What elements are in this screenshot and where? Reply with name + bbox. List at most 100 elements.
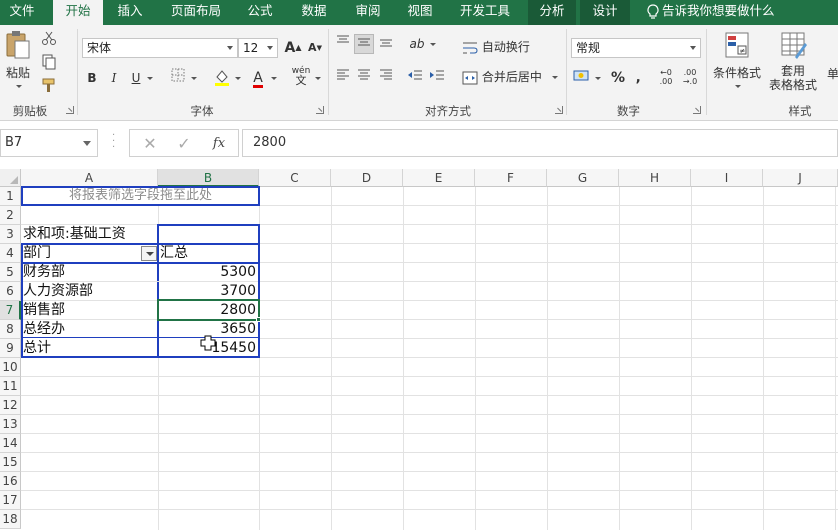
align-right-icon[interactable]: [376, 68, 396, 88]
tab-insert[interactable]: 插入: [108, 0, 152, 25]
tab-developer[interactable]: 开发工具: [450, 0, 520, 25]
enter-icon[interactable]: ✓: [174, 134, 194, 154]
accounting-format-icon[interactable]: [572, 68, 592, 88]
format-painter-icon[interactable]: [39, 77, 59, 97]
clipboard-launcher-icon[interactable]: [66, 106, 74, 114]
phonetic-dropdown-icon[interactable]: [312, 68, 322, 88]
paste-button[interactable]: 粘贴: [3, 29, 33, 91]
tab-view[interactable]: 视图: [398, 0, 442, 25]
row-header-1[interactable]: 1: [0, 187, 21, 206]
cell-styles-button[interactable]: 单: [826, 65, 838, 82]
column-header-d[interactable]: D: [331, 169, 403, 187]
phonetic-guide-icon[interactable]: wén 文: [290, 66, 312, 86]
name-box[interactable]: B7: [0, 129, 98, 157]
align-top-icon[interactable]: [333, 34, 353, 54]
orientation-dropdown-icon[interactable]: [427, 34, 437, 54]
row-header-16[interactable]: 16: [0, 472, 21, 491]
underline-button[interactable]: U: [126, 68, 146, 88]
cell-a8[interactable]: 总经办: [23, 320, 157, 339]
copy-icon[interactable]: [39, 54, 59, 74]
column-header-c[interactable]: C: [259, 169, 331, 187]
font-name-dropdown[interactable]: 宋体: [82, 38, 238, 58]
row-header-3[interactable]: 3: [0, 225, 21, 244]
tab-home[interactable]: 开始: [53, 0, 103, 25]
conditional-formatting-button[interactable]: ≠ 条件格式: [710, 31, 764, 97]
underline-dropdown-icon[interactable]: [144, 68, 154, 88]
select-all-corner[interactable]: [0, 169, 21, 187]
tab-analyze[interactable]: 分析: [528, 0, 576, 25]
merge-center-button[interactable]: 合并后居中: [462, 67, 558, 87]
align-left-icon[interactable]: [333, 68, 353, 88]
tab-formulas[interactable]: 公式: [240, 0, 280, 25]
row-header-14[interactable]: 14: [0, 434, 21, 453]
italic-button[interactable]: I: [104, 68, 124, 88]
column-header-h[interactable]: H: [619, 169, 691, 187]
row-header-15[interactable]: 15: [0, 453, 21, 472]
row-header-7[interactable]: 7: [0, 301, 21, 320]
font-color-dropdown-icon[interactable]: [268, 68, 278, 88]
decrease-decimal-icon[interactable]: .00 →.0: [680, 68, 700, 88]
row-header-17[interactable]: 17: [0, 491, 21, 510]
column-header-f[interactable]: F: [475, 169, 547, 187]
cell-b5[interactable]: 5300: [159, 263, 258, 282]
cell-a3[interactable]: 求和项:基础工资: [23, 225, 157, 244]
column-header-e[interactable]: E: [403, 169, 475, 187]
row-header-5[interactable]: 5: [0, 263, 21, 282]
align-bottom-icon[interactable]: [376, 34, 396, 54]
align-center-icon[interactable]: [354, 68, 374, 88]
worksheet-grid[interactable]: A B C D E F G H I J 1 2 3 4 5 6 7 8 9 10…: [0, 169, 838, 530]
row-header-18[interactable]: 18: [0, 510, 21, 529]
increase-indent-icon[interactable]: [427, 68, 447, 88]
increase-decimal-icon[interactable]: ←0.00: [656, 68, 676, 88]
font-color-icon[interactable]: A: [248, 68, 268, 88]
cell-a6[interactable]: 人力资源部: [23, 282, 157, 301]
cell-a5[interactable]: 财务部: [23, 263, 157, 282]
cell-a7[interactable]: 销售部: [23, 301, 157, 320]
row-header-6[interactable]: 6: [0, 282, 21, 301]
wrap-text-button[interactable]: 自动换行: [462, 37, 530, 57]
bold-button[interactable]: B: [82, 68, 102, 88]
row-header-9[interactable]: 9: [0, 339, 21, 358]
decrease-indent-icon[interactable]: [405, 68, 425, 88]
row-labels-filter-dropdown[interactable]: [141, 246, 157, 261]
align-middle-icon[interactable]: [354, 34, 374, 54]
cancel-icon[interactable]: ✕: [140, 134, 160, 154]
orientation-icon[interactable]: ab: [407, 34, 427, 54]
tab-design[interactable]: 设计: [580, 0, 630, 25]
row-header-8[interactable]: 8: [0, 320, 21, 339]
fill-color-dropdown-icon[interactable]: [232, 68, 242, 88]
column-header-i[interactable]: I: [691, 169, 763, 187]
active-cell-selection[interactable]: [157, 299, 260, 321]
increase-font-icon[interactable]: A▲: [283, 38, 303, 58]
row-header-2[interactable]: 2: [0, 206, 21, 225]
tab-page-layout[interactable]: 页面布局: [164, 0, 228, 25]
row-header-12[interactable]: 12: [0, 396, 21, 415]
decrease-font-icon[interactable]: A▼: [305, 38, 325, 58]
font-size-dropdown[interactable]: 12: [238, 38, 278, 58]
insert-function-icon[interactable]: fx: [208, 134, 230, 154]
formula-input[interactable]: 2800: [242, 129, 838, 157]
row-header-10[interactable]: 10: [0, 358, 21, 377]
row-header-4[interactable]: 4: [0, 244, 21, 263]
row-header-11[interactable]: 11: [0, 377, 21, 396]
row-header-13[interactable]: 13: [0, 415, 21, 434]
column-header-j[interactable]: J: [763, 169, 838, 187]
number-format-dropdown[interactable]: 常规: [571, 38, 701, 58]
format-as-table-button[interactable]: 套用 表格格式: [764, 31, 822, 97]
cell-a9[interactable]: 总计: [23, 339, 157, 358]
font-launcher-icon[interactable]: [316, 106, 324, 114]
fill-color-icon[interactable]: [212, 68, 232, 88]
comma-style-button[interactable]: ‚: [628, 68, 648, 88]
borders-icon[interactable]: [168, 68, 188, 88]
pivot-filter-drop-zone[interactable]: 将报表筛选字段拖至此处: [21, 186, 260, 206]
cell-a4[interactable]: 部门: [23, 244, 157, 263]
number-launcher-icon[interactable]: [693, 106, 701, 114]
tab-review[interactable]: 审阅: [346, 0, 390, 25]
tell-me-box[interactable]: 告诉我你想要做什么: [646, 0, 826, 25]
formula-bar-grip-icon[interactable]: · · ·: [112, 131, 116, 153]
alignment-launcher-icon[interactable]: [555, 106, 563, 114]
percent-style-button[interactable]: %: [608, 68, 628, 88]
column-header-g[interactable]: G: [547, 169, 619, 187]
column-header-a[interactable]: A: [21, 169, 158, 187]
tab-file[interactable]: 文件: [0, 0, 44, 25]
